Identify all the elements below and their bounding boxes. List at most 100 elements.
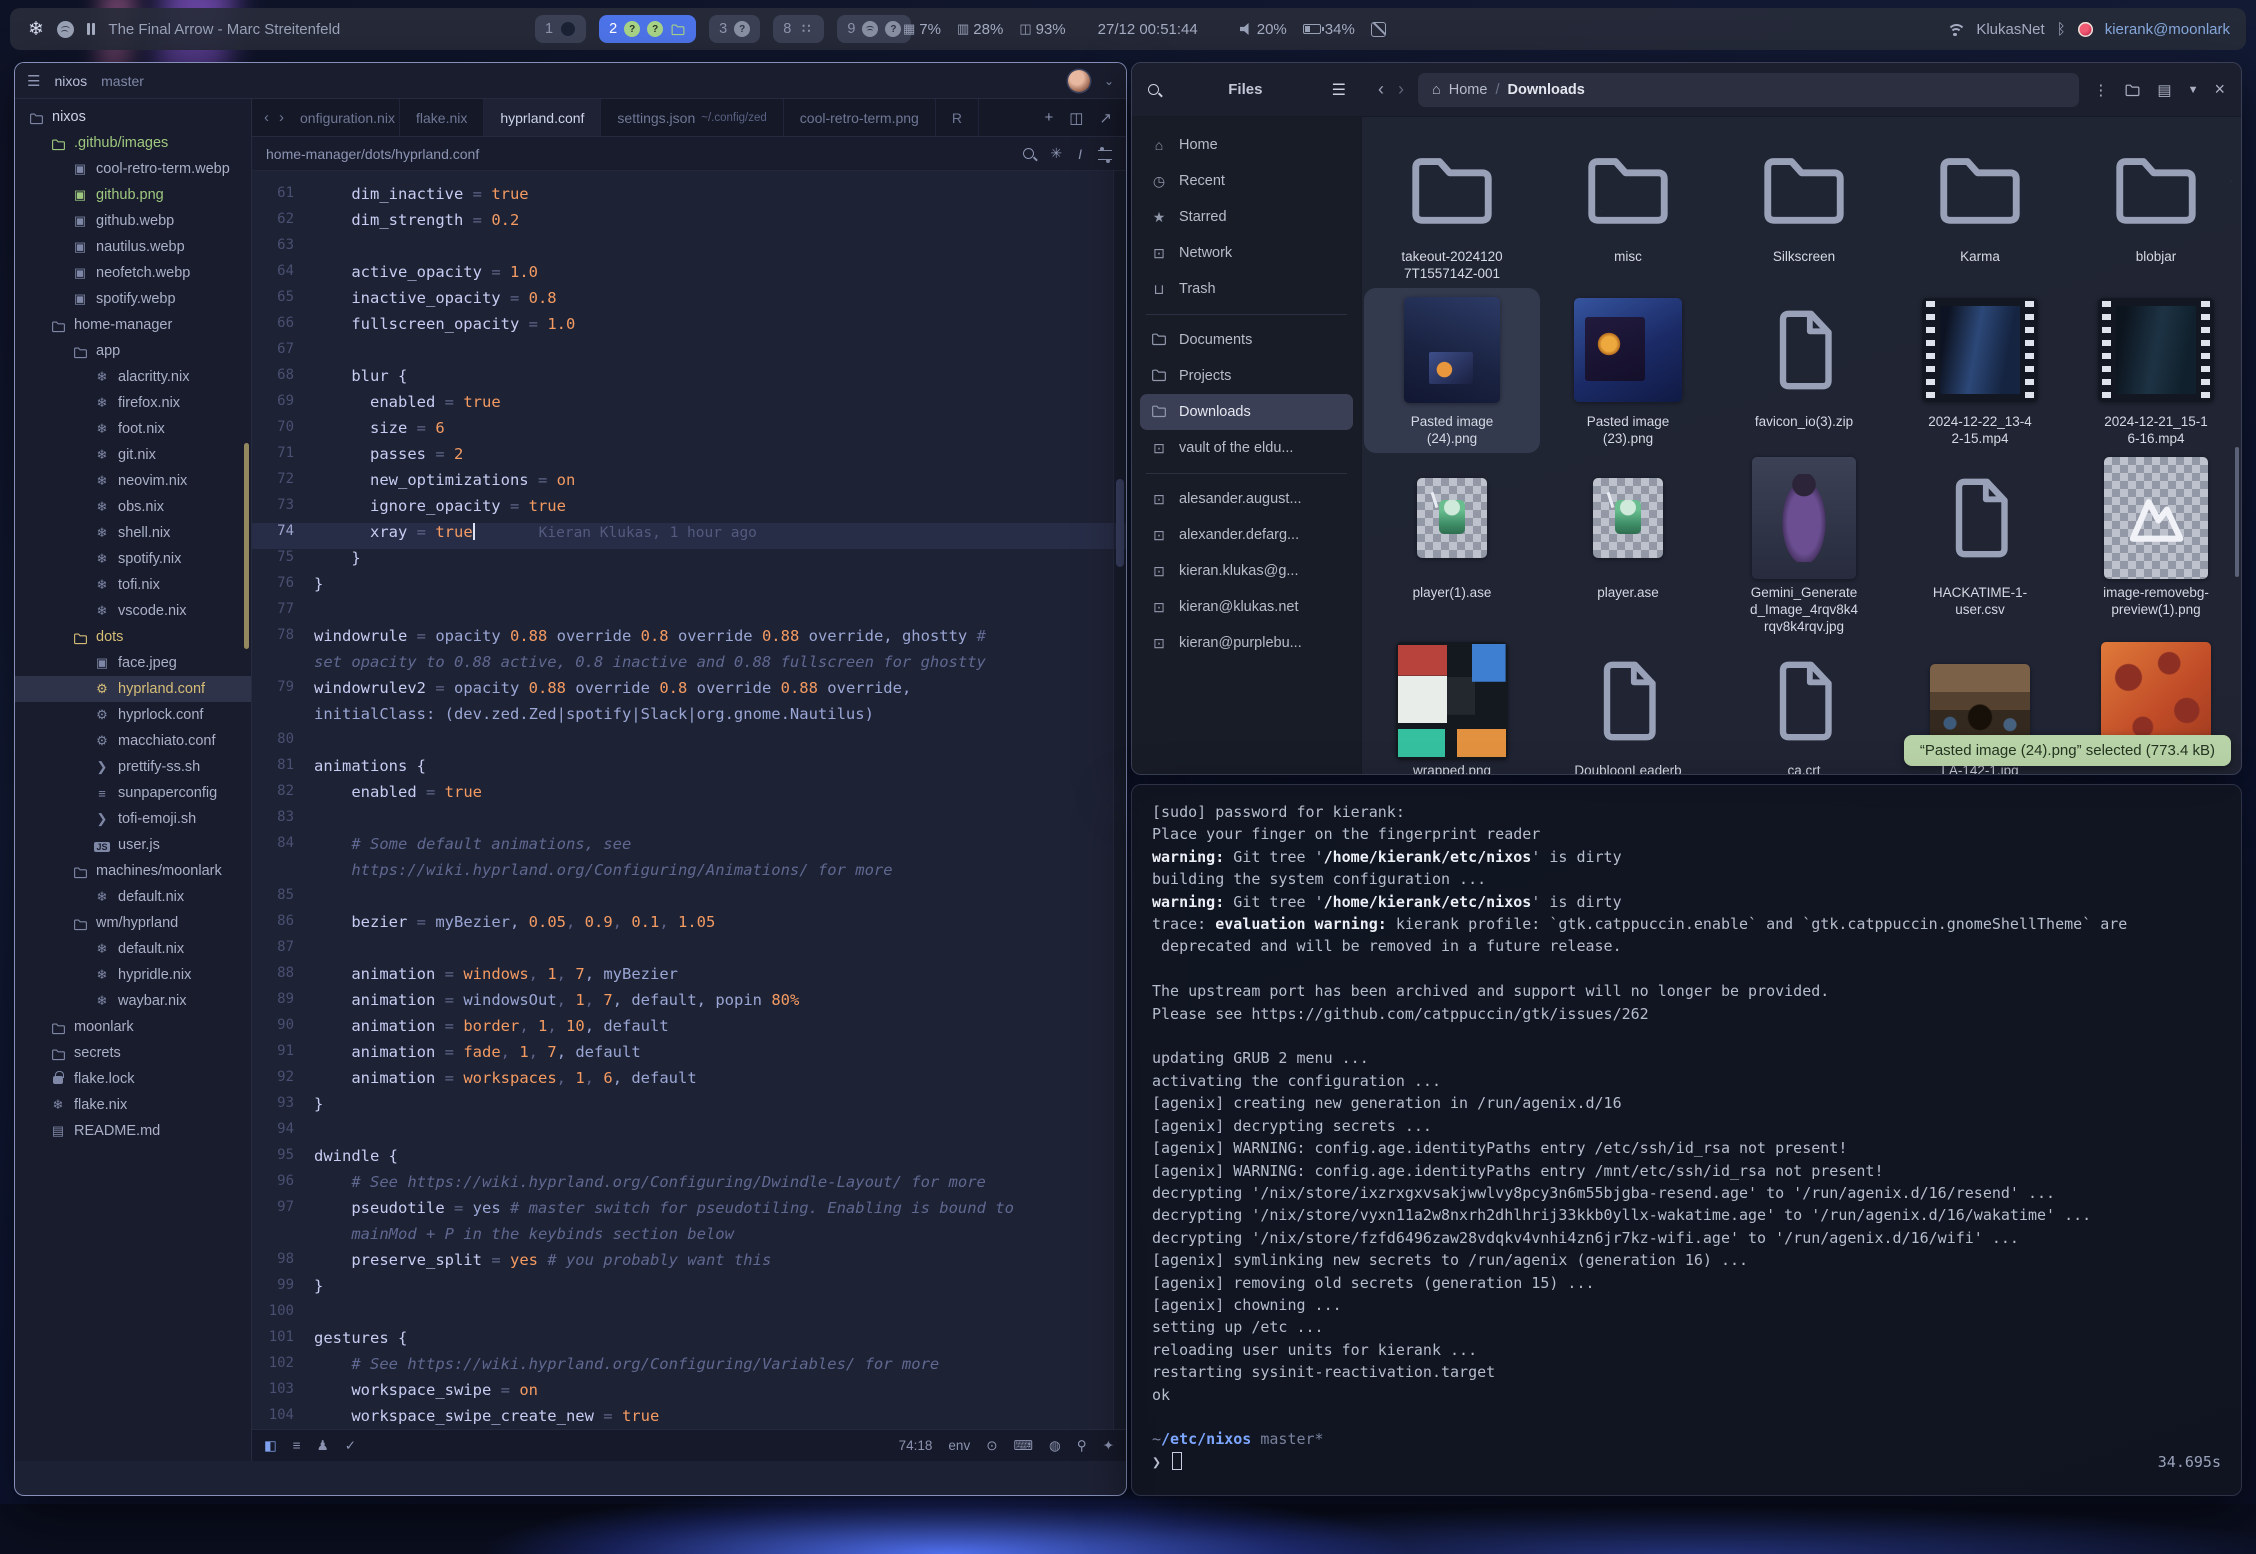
- workspace-1[interactable]: 1: [535, 15, 586, 43]
- tree-item-github-png[interactable]: ▣github.png: [15, 182, 251, 208]
- file-item-karma[interactable]: Karma: [1892, 131, 2068, 288]
- code-line[interactable]: set opacity to 0.88 active, 0.8 inactive…: [252, 653, 1126, 679]
- tree-item-dots[interactable]: dots: [15, 624, 251, 650]
- tree-item-macchiato-conf[interactable]: ⚙macchiato.conf: [15, 728, 251, 754]
- code-line[interactable]: initialClass: (dev.zed.Zed|spotify|Slack…: [252, 705, 1126, 731]
- tab-hyprland-conf[interactable]: hyprland.conf: [484, 99, 601, 136]
- code-line[interactable]: 99}: [252, 1277, 1126, 1303]
- files-breadcrumb[interactable]: ⌂ Home / Downloads: [1418, 73, 2079, 107]
- kebab-menu-icon[interactable]: ⋮: [2093, 81, 2108, 99]
- sidebar-item-downloads[interactable]: Downloads: [1140, 394, 1353, 430]
- close-icon[interactable]: ×: [2214, 79, 2225, 100]
- tree-item-firefox-nix[interactable]: ❄firefox.nix: [15, 390, 251, 416]
- tree-item-flake-lock[interactable]: flake.lock: [15, 1066, 251, 1092]
- tree-item-spotify-webp[interactable]: ▣spotify.webp: [15, 286, 251, 312]
- tree-item-user-js[interactable]: JSuser.js: [15, 832, 251, 858]
- tree-item-git-nix[interactable]: ❄git.nix: [15, 442, 251, 468]
- bluetooth-icon[interactable]: ᛒ: [2057, 21, 2066, 38]
- tree-item-tofi-emoji-sh[interactable]: ❯tofi-emoji.sh: [15, 806, 251, 832]
- code-line[interactable]: 92 animation = workspaces, 1, 6, default: [252, 1069, 1126, 1095]
- assistant-sparkle-icon[interactable]: ✳: [1050, 145, 1062, 162]
- file-item-blobjar[interactable]: blobjar: [2068, 131, 2241, 288]
- code-line[interactable]: 101gestures {: [252, 1329, 1126, 1355]
- editor-settings-icon[interactable]: [1098, 150, 1112, 160]
- code-line[interactable]: 74 xray = trueKieran Klukas, 1 hour ago: [252, 523, 1126, 549]
- avatar[interactable]: [1068, 70, 1090, 92]
- sidebar-item-kieran-klukas-g-[interactable]: ⊡kieran.klukas@g...: [1140, 553, 1353, 589]
- code-line[interactable]: 100: [252, 1303, 1126, 1329]
- project-panel-toggle-icon[interactable]: ◧: [264, 1438, 277, 1454]
- tree-item-shell-nix[interactable]: ❄shell.nix: [15, 520, 251, 546]
- tree-item-obs-nix[interactable]: ❄obs.nix: [15, 494, 251, 520]
- file-item-2024-12-22-13-4[interactable]: 2024-12-22_13-4 2-15.mp4: [1892, 288, 2068, 453]
- breadcrumb-path[interactable]: home-manager/dots/hyprland.conf: [266, 146, 479, 162]
- tree-item-home-manager[interactable]: home-manager: [15, 312, 251, 338]
- sidebar-item-home[interactable]: ⌂Home: [1140, 127, 1353, 163]
- tree-item-hyprland-conf[interactable]: ⚙hyprland.conf: [15, 676, 251, 702]
- code-line[interactable]: 60: [252, 171, 1126, 185]
- code-line[interactable]: 64 active_opacity = 1.0: [252, 263, 1126, 289]
- code-line[interactable]: 79windowrulev2 = opacity 0.88 override 0…: [252, 679, 1126, 705]
- file-item-takeout-2024120[interactable]: takeout-2024120 7T155714Z-001: [1364, 131, 1540, 288]
- spotify-icon[interactable]: [57, 21, 74, 38]
- code-line[interactable]: 93}: [252, 1095, 1126, 1121]
- chat-panel-icon[interactable]: ◍: [1049, 1438, 1061, 1454]
- tree-item-app[interactable]: app: [15, 338, 251, 364]
- code-line[interactable]: 96 # See https://wiki.hyprland.org/Confi…: [252, 1173, 1126, 1199]
- code-line[interactable]: 85: [252, 887, 1126, 913]
- diagnostics-check-icon[interactable]: ✓: [345, 1438, 356, 1454]
- file-item-silkscreen[interactable]: Silkscreen: [1716, 131, 1892, 288]
- tree-item-wm-hyprland[interactable]: wm/hyprland: [15, 910, 251, 936]
- file-item-pasted-image[interactable]: Pasted image (24).png: [1364, 288, 1540, 453]
- copilot-icon[interactable]: ⊙: [986, 1438, 997, 1454]
- tree-item-secrets[interactable]: secrets: [15, 1040, 251, 1066]
- file-item-favicon-io-3-zip[interactable]: favicon_io(3).zip: [1716, 288, 1892, 453]
- file-item-image-removebg-[interactable]: image-removebg- preview(1).png: [2068, 453, 2241, 641]
- outline-panel-icon[interactable]: ≡: [293, 1438, 301, 1453]
- sidebar-item-trash[interactable]: ⊔Trash: [1140, 271, 1353, 307]
- tree-item-nautilus-webp[interactable]: ▣nautilus.webp: [15, 234, 251, 260]
- code-line[interactable]: 61 dim_inactive = true: [252, 185, 1126, 211]
- code-line[interactable]: mainMod + P in the keybinds section belo…: [252, 1225, 1126, 1251]
- wifi-ssid[interactable]: KlukasNet: [1976, 21, 2044, 38]
- file-item-doubloonleaderb[interactable]: DoubloonLeaderb oard.csv: [1540, 641, 1716, 774]
- inline-assist-icon[interactable]: I: [1078, 146, 1082, 162]
- code-line[interactable]: 83: [252, 809, 1126, 835]
- file-item-pasted-image[interactable]: Pasted image (23).png: [1540, 288, 1716, 453]
- code-line[interactable]: 72 new_optimizations = on: [252, 471, 1126, 497]
- code-line[interactable]: 86 bezier = myBezier, 0.05, 0.9, 0.1, 1.…: [252, 913, 1126, 939]
- code-line[interactable]: 98 preserve_split = yes # you probably w…: [252, 1251, 1126, 1277]
- code-line[interactable]: 94: [252, 1121, 1126, 1147]
- tree-item-prettify-ss-sh[interactable]: ❯prettify-ss.sh: [15, 754, 251, 780]
- tree-item-neofetch-webp[interactable]: ▣neofetch.webp: [15, 260, 251, 286]
- editor-scrollbar[interactable]: [1113, 171, 1126, 1429]
- code-line[interactable]: 82 enabled = true: [252, 783, 1126, 809]
- tree-item-hyprlock-conf[interactable]: ⚙hyprlock.conf: [15, 702, 251, 728]
- workspace-8[interactable]: 8∷: [773, 15, 824, 43]
- code-line[interactable]: 84 # Some default animations, see: [252, 835, 1126, 861]
- tree-item-alacritty-nix[interactable]: ❄alacritty.nix: [15, 364, 251, 390]
- wifi-icon[interactable]: [1946, 22, 1964, 36]
- code-line[interactable]: 87: [252, 939, 1126, 965]
- tree-item-readme-md[interactable]: ▤README.md: [15, 1118, 251, 1144]
- tab-flake-nix[interactable]: flake.nix: [400, 99, 484, 136]
- tree-item-face-jpeg[interactable]: ▣face.jpeg: [15, 650, 251, 676]
- code-line[interactable]: 71 passes = 2: [252, 445, 1126, 471]
- file-item-wrapped-png[interactable]: wrapped.png: [1364, 641, 1540, 774]
- tree-item-github-webp[interactable]: ▣github.webp: [15, 208, 251, 234]
- sidebar-item-recent[interactable]: ◷Recent: [1140, 163, 1353, 199]
- sidebar-item-alexander-defarg-[interactable]: ⊡alexander.defarg...: [1140, 517, 1353, 553]
- tab-settings-json[interactable]: settings.json~/.config/zed: [601, 99, 783, 136]
- code-line[interactable]: 90 animation = border, 1, 10, default: [252, 1017, 1126, 1043]
- tree-item-flake-nix[interactable]: ❄flake.nix: [15, 1092, 251, 1118]
- zoom-pane-icon[interactable]: ↗: [1099, 109, 1112, 127]
- code-line[interactable]: 70 size = 6: [252, 419, 1126, 445]
- tab-cool-retro-term-png[interactable]: cool-retro-term.png: [784, 99, 936, 136]
- nav-back-icon[interactable]: ‹: [264, 109, 269, 126]
- file-item-hackatime-1-[interactable]: HACKATIME-1- user.csv: [1892, 453, 2068, 641]
- tree-item-default-nix[interactable]: ❄default.nix: [15, 936, 251, 962]
- code-line[interactable]: 89 animation = windowsOut, 1, 7, default…: [252, 991, 1126, 1017]
- tree-item-nixos[interactable]: nixos: [15, 104, 251, 130]
- files-menu-icon[interactable]: ☰: [1332, 80, 1346, 100]
- terminal-window[interactable]: [sudo] password for kierank:Place your f…: [1131, 784, 2242, 1496]
